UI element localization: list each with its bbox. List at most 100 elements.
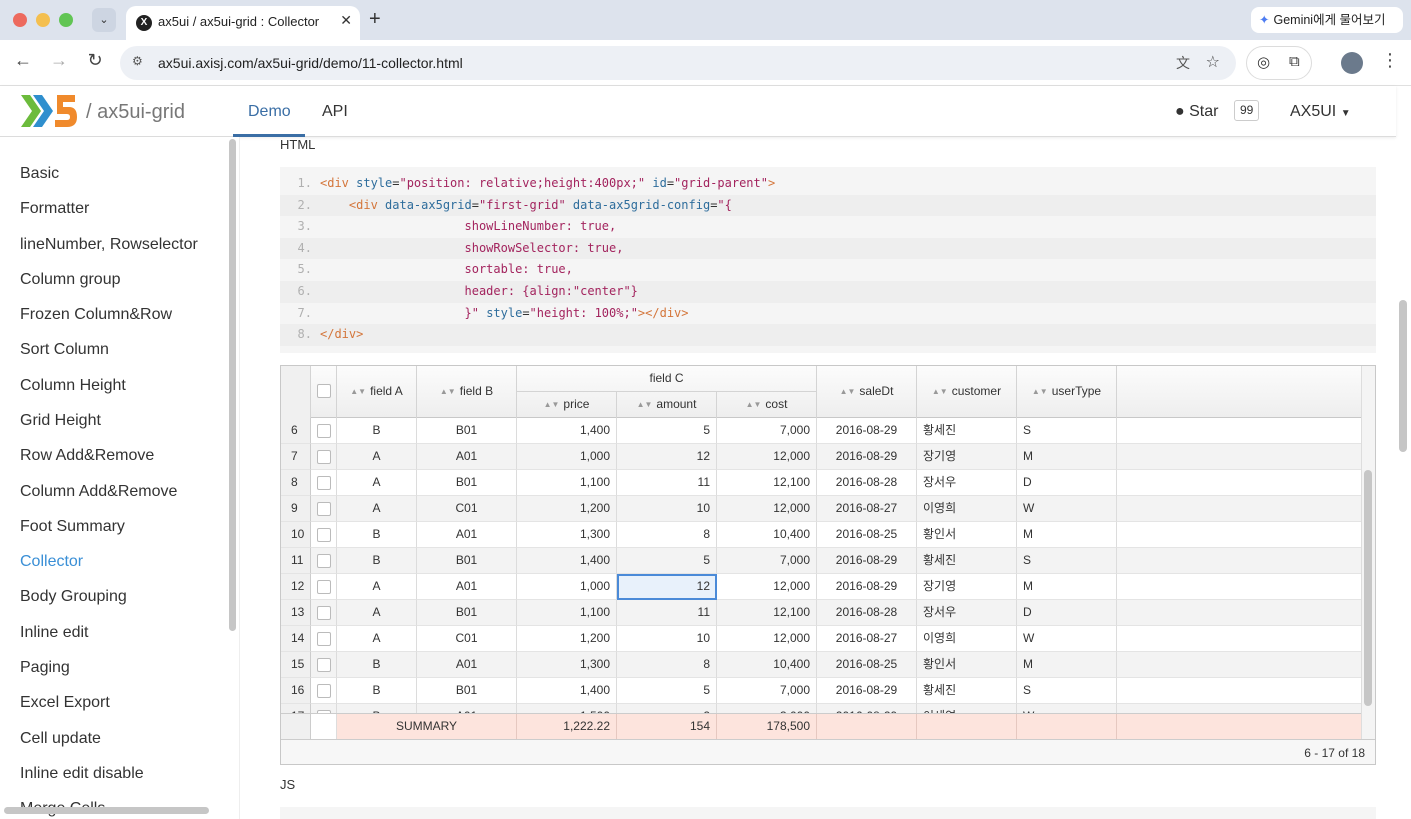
cell-field-b[interactable]: A01 [417, 444, 517, 470]
table-row[interactable]: 16 B B01 1,400 5 7,000 2016-08-29 황세진 S [281, 678, 1361, 704]
cell-amount[interactable]: 2 [617, 704, 717, 713]
sidebar-item-frozen[interactable]: Frozen Column&Row [20, 306, 172, 324]
bookmark-star-icon[interactable]: ☆ [1206, 52, 1220, 72]
row-number-cell[interactable]: 7 [281, 444, 311, 470]
sidebar-item-grid-height[interactable]: Grid Height [20, 412, 101, 430]
cell-field-a[interactable]: A [337, 470, 417, 496]
cell-field-b[interactable]: B01 [417, 418, 517, 444]
row-select-cell[interactable] [311, 418, 337, 444]
cell-customer[interactable]: 황인서 [917, 652, 1017, 678]
cell-customer[interactable]: 장기영 [917, 444, 1017, 470]
cell-field-a[interactable]: B [337, 678, 417, 704]
cell-field-a[interactable]: B [337, 704, 417, 713]
cell-price[interactable]: 1,300 [517, 652, 617, 678]
cell-cost[interactable]: 12,000 [717, 444, 817, 470]
cell-price[interactable]: 1,100 [517, 470, 617, 496]
cell-amount[interactable]: 10 [617, 496, 717, 522]
gemini-button[interactable]: ✦ Gemini에게 물어보기 [1251, 7, 1403, 33]
table-row[interactable]: 6 B B01 1,400 5 7,000 2016-08-29 황세진 S [281, 418, 1361, 444]
table-row[interactable]: 9 A C01 1,200 10 12,000 2016-08-27 이영희 W [281, 496, 1361, 522]
cell-field-b[interactable]: A01 [417, 522, 517, 548]
cell-cost[interactable]: 7,000 [717, 418, 817, 444]
sidebar-item-body-grouping[interactable]: Body Grouping [20, 588, 127, 606]
row-number-cell[interactable]: 13 [281, 600, 311, 626]
row-select-cell[interactable] [311, 678, 337, 704]
table-row[interactable]: 17 BA011,50023,0002016-08-29이세연W [281, 704, 1361, 713]
cell-field-a[interactable]: B [337, 522, 417, 548]
sidebar-horizontal-scrollbar[interactable] [4, 807, 209, 814]
close-tab-icon[interactable]: ✕ [340, 12, 352, 29]
cell-field-b[interactable]: A01 [417, 574, 517, 600]
row-select-cell[interactable] [311, 470, 337, 496]
cell-usertype[interactable]: D [1017, 600, 1117, 626]
row-number-cell[interactable]: 6 [281, 418, 311, 444]
cell-amount[interactable]: 12 [617, 444, 717, 470]
cell-saledt[interactable]: 2016-08-29 [817, 418, 917, 444]
row-select-cell[interactable] [311, 574, 337, 600]
header-field-b[interactable]: ▲▼ field B [417, 366, 517, 418]
row-number-cell[interactable]: 8 [281, 470, 311, 496]
cell-saledt[interactable]: 2016-08-25 [817, 522, 917, 548]
sidebar-item-excel-export[interactable]: Excel Export [20, 694, 110, 712]
nav-demo[interactable]: Demo [248, 103, 291, 121]
github-star-button[interactable]: ● Star [1175, 103, 1218, 121]
profile-avatar[interactable] [1341, 52, 1363, 74]
sidebar-item-inline-edit[interactable]: Inline edit [20, 624, 89, 642]
row-number-cell[interactable]: 16 [281, 678, 311, 704]
cell-price[interactable]: 1,400 [517, 678, 617, 704]
tab-search-icon[interactable]: ⌄ [92, 8, 116, 32]
forward-icon[interactable]: → [47, 50, 71, 71]
cell-saledt[interactable]: 2016-08-27 [817, 626, 917, 652]
new-tab-icon[interactable]: + [369, 8, 381, 31]
table-row[interactable]: 8 A B01 1,100 11 12,100 2016-08-28 장서우 D [281, 470, 1361, 496]
star-count-badge[interactable]: 99 [1234, 100, 1260, 121]
cell-amount[interactable]: 5 [617, 678, 717, 704]
cell-saledt[interactable]: 2016-08-29 [817, 704, 917, 713]
cell-price[interactable]: 1,100 [517, 600, 617, 626]
cell-field-a[interactable]: A [337, 444, 417, 470]
header-amount[interactable]: ▲▼ amount [617, 392, 717, 418]
cell-field-a[interactable]: A [337, 496, 417, 522]
cell-field-a[interactable]: B [337, 548, 417, 574]
sidebar-item-column-group[interactable]: Column group [20, 271, 121, 289]
cell-usertype[interactable]: W [1017, 496, 1117, 522]
grid-vertical-scrollbar[interactable] [1364, 470, 1372, 706]
cell-cost[interactable]: 7,000 [717, 548, 817, 574]
cell-customer[interactable]: 장서우 [917, 600, 1017, 626]
row-select-cell[interactable] [311, 652, 337, 678]
site-info-icon[interactable]: ⚙ [132, 54, 143, 68]
reload-icon[interactable]: ↻ [83, 50, 107, 71]
row-checkbox[interactable] [316, 475, 331, 490]
row-select-cell[interactable] [311, 548, 337, 574]
sidebar-item-cell-update[interactable]: Cell update [20, 730, 101, 748]
cell-saledt[interactable]: 2016-08-29 [817, 548, 917, 574]
row-number-cell[interactable]: 10 [281, 522, 311, 548]
cell-price[interactable]: 1,200 [517, 626, 617, 652]
header-customer[interactable]: ▲▼ customer [917, 366, 1017, 418]
cell-amount[interactable]: 5 [617, 418, 717, 444]
openai-extension-icon[interactable]: ◎ [1257, 53, 1270, 71]
row-select-cell[interactable] [311, 522, 337, 548]
sidebar-item-column-height[interactable]: Column Height [20, 377, 126, 395]
cell-amount[interactable]: 10 [617, 626, 717, 652]
row-checkbox[interactable] [316, 579, 331, 594]
header-saledt[interactable]: ▲▼ saleDt [817, 366, 917, 418]
cell-usertype[interactable]: W [1017, 704, 1117, 713]
cell-field-b[interactable]: A01 [417, 704, 517, 713]
cell-customer[interactable]: 이영희 [917, 626, 1017, 652]
row-checkbox[interactable] [316, 657, 331, 672]
header-cost[interactable]: ▲▼ cost [717, 392, 817, 418]
cell-field-b[interactable]: B01 [417, 470, 517, 496]
sidebar-item-column-add[interactable]: Column Add&Remove [20, 483, 177, 501]
row-select-cell[interactable] [311, 496, 337, 522]
cell-field-a[interactable]: B [337, 418, 417, 444]
row-checkbox[interactable] [316, 501, 331, 516]
table-row[interactable]: 12 A A01 1,000 12 12,000 2016-08-29 장기영 M [281, 574, 1361, 600]
row-number-cell[interactable]: 14 [281, 626, 311, 652]
cell-field-b[interactable]: C01 [417, 626, 517, 652]
cell-cost[interactable]: 12,000 [717, 574, 817, 600]
cell-price[interactable]: 1,000 [517, 444, 617, 470]
page-vertical-scrollbar[interactable] [1399, 300, 1407, 452]
cell-cost[interactable]: 12,000 [717, 496, 817, 522]
cell-field-a[interactable]: B [337, 652, 417, 678]
